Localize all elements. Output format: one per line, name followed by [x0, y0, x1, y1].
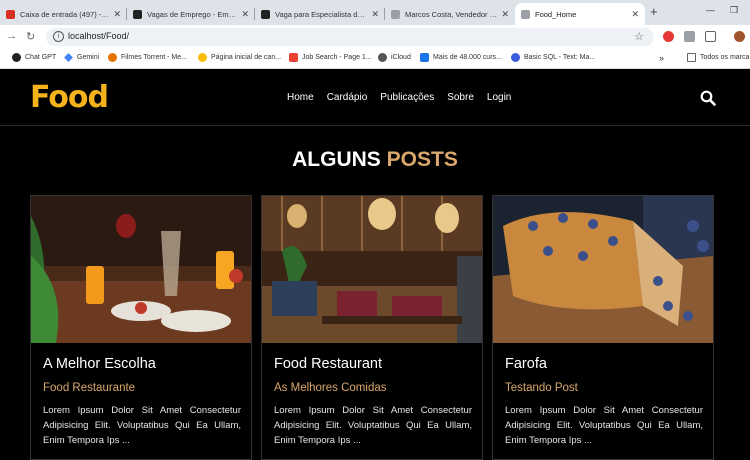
bookmark-label: Chat GPT [25, 54, 57, 61]
apple-icon [378, 53, 387, 62]
section-title-accent: POSTS [386, 148, 458, 171]
tab-title: Vagas de Emprego - Empreg [147, 9, 238, 19]
opera-extension-icon[interactable] [663, 31, 674, 42]
nav-publicacoes[interactable]: Publicações [380, 92, 434, 103]
page-favicon-icon [391, 9, 400, 19]
job-search-icon [289, 53, 298, 62]
extension-icon[interactable] [684, 31, 695, 42]
post-title[interactable]: Food Restaurant [274, 356, 382, 372]
post-card[interactable]: Farofa Testando Post Lorem Ipsum Dolor S… [492, 195, 714, 460]
puzzle-extensions-icon[interactable] [705, 31, 716, 42]
site-header: Food Home Cardápio Publicações Sobre Log… [0, 70, 750, 126]
section-title-plain: ALGUNS [292, 148, 381, 171]
website: Food Home Cardápio Publicações Sobre Log… [0, 70, 750, 460]
minimize-icon[interactable]: — [706, 5, 715, 15]
bookmark-item[interactable]: Gemini [64, 53, 99, 62]
profile-avatar[interactable] [734, 31, 745, 42]
post-excerpt: Lorem Ipsum Dolor Sit Amet Consectetur A… [505, 405, 703, 446]
bookmark-item[interactable]: Página inicial de can... [198, 53, 281, 62]
food-logo[interactable]: Food [30, 80, 109, 115]
close-icon[interactable]: ✕ [631, 9, 639, 20]
page-favicon-icon [521, 9, 530, 19]
bookmark-label: Página inicial de can... [211, 54, 282, 61]
post-image-blueberry-bread[interactable] [493, 196, 713, 343]
omnibox[interactable]: i localhost/Food/ ☆ [46, 28, 654, 46]
post-image-restaurant-interior[interactable] [262, 196, 482, 343]
url-text[interactable]: localhost/Food/ [68, 31, 129, 41]
browser-tab[interactable]: Marcos Costa, Vendedor na ✕ [385, 3, 515, 25]
bookmark-item[interactable]: Filmes Torrent - Me... [108, 53, 187, 62]
bookmark-item[interactable]: iCloud [378, 53, 411, 62]
tab-title: Marcos Costa, Vendedor na [405, 9, 498, 19]
bookmark-item[interactable]: Chat GPT [12, 53, 56, 62]
site-info-icon[interactable]: i [53, 31, 64, 42]
post-subtitle: Testando Post [505, 382, 578, 394]
search-icon[interactable] [700, 90, 716, 106]
all-bookmarks-folder[interactable]: Todos os marca [687, 53, 749, 62]
tab-title: Food_Home [535, 9, 577, 19]
reload-icon[interactable]: ↻ [26, 30, 35, 43]
torrent-icon [108, 53, 117, 62]
browser-tab-strip: Caixa de entrada (497) - mcl ✕ Vagas de … [0, 0, 750, 25]
site-favicon-icon [133, 9, 142, 19]
canva-icon [198, 53, 207, 62]
post-title[interactable]: A Melhor Escolha [43, 356, 156, 372]
address-bar-row: → ↻ i localhost/Food/ ☆ [0, 25, 750, 49]
bookmarks-bar: Chat GPT Gemini Filmes Torrent - Me... P… [0, 49, 750, 69]
post-title[interactable]: Farofa [505, 356, 547, 372]
nav-cardapio[interactable]: Cardápio [327, 92, 368, 103]
browser-tab[interactable]: Vagas de Emprego - Empreg ✕ [127, 3, 255, 25]
nav-sobre[interactable]: Sobre [447, 92, 474, 103]
close-icon[interactable]: ✕ [501, 9, 509, 20]
section-title: ALGUNS POSTS [0, 148, 750, 172]
browser-tab[interactable]: Caixa de entrada (497) - mcl ✕ [0, 3, 127, 25]
bookmark-label: Gemini [77, 54, 100, 61]
gmail-icon [6, 9, 15, 19]
bookmark-label: Basic SQL - Text: Ma... [524, 54, 596, 61]
bookmark-star-icon[interactable]: ☆ [634, 30, 644, 43]
more-bookmarks-chevron-icon[interactable]: » [659, 53, 664, 63]
course-icon [420, 53, 429, 62]
bookmark-item[interactable]: Basic SQL - Text: Ma... [511, 53, 595, 62]
browser-tab[interactable]: Vaga para Especialista de Cc ✕ [255, 3, 385, 25]
close-icon[interactable]: ✕ [241, 9, 249, 20]
back-arrow-icon[interactable]: → [6, 30, 17, 42]
browser-tab-active[interactable]: Food_Home ✕ [515, 3, 645, 25]
bookmark-label: Todos os marca [700, 54, 750, 61]
close-icon[interactable]: ✕ [371, 9, 379, 20]
bookmark-label: Mais de 48.000 curs... [433, 54, 502, 61]
post-card[interactable]: A Melhor Escolha Food Restaurante Lorem … [30, 195, 252, 460]
bookmark-item[interactable]: Job Search - Page 1... [289, 53, 372, 62]
post-subtitle: As Melhores Comidas [274, 382, 387, 394]
restore-icon[interactable]: ❐ [730, 5, 738, 16]
bookmark-label: iCloud [391, 54, 411, 61]
sql-icon [511, 53, 520, 62]
bookmark-item[interactable]: Mais de 48.000 curs... [420, 53, 502, 62]
post-subtitle: Food Restaurante [43, 382, 136, 394]
chatgpt-icon [12, 53, 21, 62]
site-favicon-icon [261, 9, 270, 19]
new-tab-plus-icon[interactable]: + [650, 4, 658, 19]
nav-login[interactable]: Login [487, 92, 511, 103]
nav-home[interactable]: Home [287, 92, 314, 103]
tab-title: Caixa de entrada (497) - mcl [20, 9, 110, 19]
main-nav: Home Cardápio Publicações Sobre Login [287, 92, 511, 103]
bookmark-label: Job Search - Page 1... [302, 54, 372, 61]
post-image-restaurant-table[interactable] [31, 196, 251, 343]
post-card[interactable]: Food Restaurant As Melhores Comidas Lore… [261, 195, 483, 460]
gemini-icon [64, 53, 73, 62]
close-icon[interactable]: ✕ [113, 9, 121, 20]
post-excerpt: Lorem Ipsum Dolor Sit Amet Consectetur A… [43, 405, 241, 446]
folder-icon [687, 53, 696, 62]
post-excerpt: Lorem Ipsum Dolor Sit Amet Consectetur A… [274, 405, 472, 446]
bookmark-label: Filmes Torrent - Me... [121, 54, 187, 61]
tab-title: Vaga para Especialista de Cc [275, 9, 368, 19]
